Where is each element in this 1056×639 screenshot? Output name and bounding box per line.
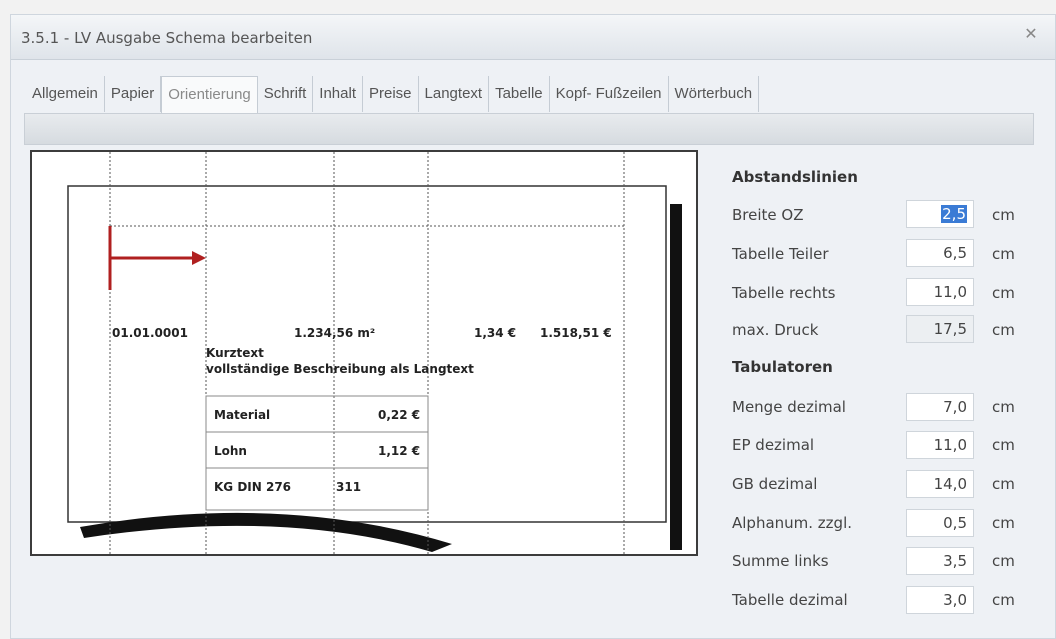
gb-dezimal-unit: cm [992,475,1015,493]
preview-oz: 01.01.0001 [112,326,188,340]
alphanum-field[interactable]: 0,5 [906,509,974,537]
tab-bar: Allgemein Papier Orientierung Schrift In… [26,76,760,113]
preview-ep: 1,34 € [474,326,517,340]
window-title: 3.5.1 - LV Ausgabe Schema bearbeiten [21,29,313,47]
page-shadow-right [670,204,682,550]
tabelle-teiler-field[interactable]: 6,5 [906,239,974,267]
tab-papier[interactable]: Papier [105,76,162,112]
ep-dezimal-label: EP dezimal [732,436,815,454]
preview-table-value-lohn: 1,12 € [378,444,421,458]
tabelle-dezimal-field[interactable]: 3,0 [906,586,974,614]
menge-dezimal-unit: cm [992,398,1015,416]
tab-tabelle[interactable]: Tabelle [489,76,550,112]
alphanum-label: Alphanum. zzgl. [732,514,853,532]
tabelle-rechts-label: Tabelle rechts [732,284,836,302]
breite-oz-unit: cm [992,206,1015,224]
page-sheet [67,185,667,523]
tab-kopf-fusszeilen[interactable]: Kopf- Fußzeilen [550,76,669,112]
tabelle-dezimal-label: Tabelle dezimal [732,591,848,609]
max-druck-unit: cm [992,321,1015,339]
tabelle-rechts-field[interactable]: 11,0 [906,278,974,306]
close-icon[interactable]: ✕ [1021,25,1041,45]
gb-dezimal-field[interactable]: 14,0 [906,470,974,498]
title-bar: 3.5.1 - LV Ausgabe Schema bearbeiten ✕ [11,15,1055,60]
orientation-preview: 01.01.0001 1.234,56 m² 1,34 € 1.518,51 €… [30,150,698,556]
tabelle-rechts-unit: cm [992,284,1015,302]
preview-table-label-kg: KG DIN 276 [214,480,292,494]
preview-menge: 1.234,56 m² [294,326,376,340]
breite-oz-label: Breite OZ [732,206,804,224]
tab-orientierung[interactable]: Orientierung [161,76,258,113]
tabelle-dezimal-unit: cm [992,591,1015,609]
preview-langtext: vollständige Beschreibung als Langtext [206,362,474,376]
preview-gb: 1.518,51 € [540,326,612,340]
tab-preise[interactable]: Preise [363,76,419,112]
gb-dezimal-label: GB dezimal [732,475,818,493]
tab-woerterbuch[interactable]: Wörterbuch [669,76,760,112]
ep-dezimal-unit: cm [992,436,1015,454]
preview-drawing [67,152,682,554]
summe-links-field[interactable]: 3,5 [906,547,974,575]
menge-dezimal-label: Menge dezimal [732,398,846,416]
max-druck-field: 17,5 [906,315,974,343]
summe-links-label: Summe links [732,552,829,570]
tab-inhalt[interactable]: Inhalt [313,76,363,112]
preview-table-label-material: Material [214,408,271,422]
tabelle-teiler-unit: cm [992,245,1015,263]
tab-allgemein[interactable]: Allgemein [26,76,105,112]
breite-oz-value: 2,5 [941,205,967,223]
ep-dezimal-field[interactable]: 11,0 [906,431,974,459]
summe-links-unit: cm [992,552,1015,570]
tab-schrift[interactable]: Schrift [258,76,314,112]
preview-kurztext: Kurztext [206,346,264,360]
alphanum-unit: cm [992,514,1015,532]
tab-langtext[interactable]: Langtext [419,76,490,112]
tab-content-header [24,113,1034,145]
max-druck-label: max. Druck [732,321,819,339]
menge-dezimal-field[interactable]: 7,0 [906,393,974,421]
abstandslinien-heading: Abstandslinien [732,168,858,186]
tabelle-teiler-label: Tabelle Teiler [732,245,829,263]
preview-table-value-kg: 311 [336,480,362,494]
breite-oz-field[interactable]: 2,5 [906,200,974,228]
preview-table-value-material: 0,22 € [378,408,421,422]
preview-table-label-lohn: Lohn [214,444,247,458]
tabulatoren-heading: Tabulatoren [732,358,833,376]
